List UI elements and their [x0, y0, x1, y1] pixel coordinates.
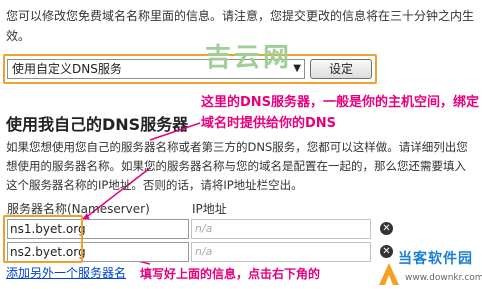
annotation-bottom-note: 填写好上面的信息，点击右下角的: [140, 267, 321, 281]
site-logo-url: www.downkr.com: [405, 273, 482, 283]
column-header-ip: IP地址: [192, 202, 227, 216]
delete-row-icon[interactable]: ✕: [380, 222, 393, 235]
nameserver-highlight: [3, 215, 83, 263]
add-nameserver-link[interactable]: 添加另外一个服务器名: [6, 264, 126, 281]
site-logo-name: 当客软件园: [398, 251, 473, 267]
ip-input-2[interactable]: n/a: [191, 242, 371, 262]
ip-input-1[interactable]: n/a: [191, 219, 371, 239]
description-text: 如果您想使用您自己的服务器名称或者第三方的DNS服务，您都可以这样做。请详细列出…: [6, 140, 468, 192]
